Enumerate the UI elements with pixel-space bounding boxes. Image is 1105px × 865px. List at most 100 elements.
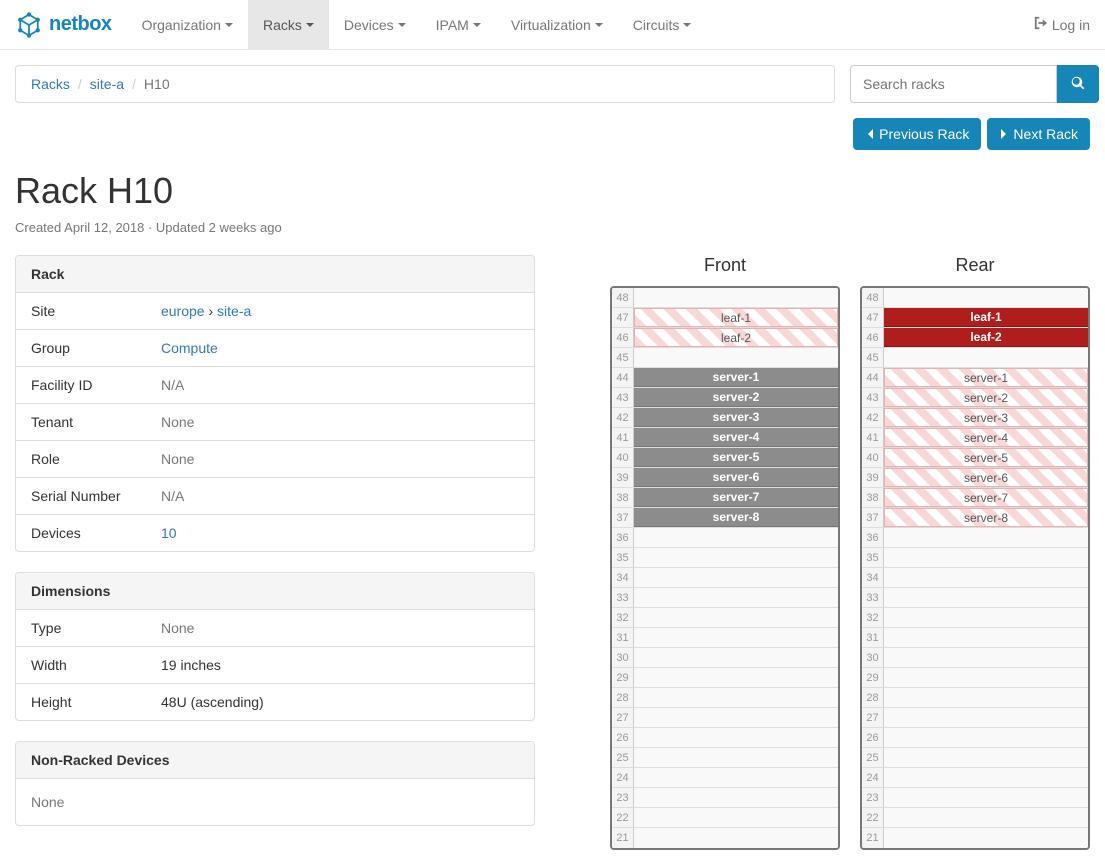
rack-unit-slot[interactable] bbox=[634, 548, 838, 567]
rack-nav-buttons: Previous Rack Next Rack bbox=[15, 118, 1090, 150]
rack-unit-slot[interactable] bbox=[884, 568, 1088, 587]
rack-unit-slot[interactable]: server-3 bbox=[884, 408, 1088, 427]
rack-unit-slot[interactable] bbox=[884, 608, 1088, 627]
rack-unit-slot[interactable] bbox=[634, 348, 838, 367]
rack-unit-slot[interactable] bbox=[884, 648, 1088, 667]
rack-unit-slot[interactable] bbox=[634, 668, 838, 687]
rack-unit-label: 45 bbox=[862, 348, 884, 367]
rack-unit-slot[interactable]: server-6 bbox=[634, 468, 838, 487]
rack-unit-slot[interactable] bbox=[634, 608, 838, 627]
rack-unit-slot[interactable] bbox=[884, 288, 1088, 307]
nav-item-ipam[interactable]: IPAM bbox=[421, 0, 496, 50]
rack-unit-slot[interactable] bbox=[884, 768, 1088, 787]
rack-unit-slot[interactable]: server-5 bbox=[884, 448, 1088, 467]
rack-unit-slot[interactable]: server-8 bbox=[634, 508, 838, 527]
rack-unit-slot[interactable] bbox=[884, 548, 1088, 567]
rack-unit-slot[interactable]: server-4 bbox=[884, 428, 1088, 447]
rack-unit-slot[interactable] bbox=[634, 288, 838, 307]
rack-unit-slot[interactable]: leaf-1 bbox=[884, 308, 1088, 327]
rack-unit-slot[interactable]: server-2 bbox=[884, 388, 1088, 407]
value-link[interactable]: site-a bbox=[217, 303, 251, 319]
rack-unit-slot[interactable] bbox=[634, 588, 838, 607]
rack-unit-slot[interactable] bbox=[884, 688, 1088, 707]
nav-item-racks[interactable]: Racks bbox=[248, 0, 329, 50]
rack-unit-slot[interactable]: server-8 bbox=[884, 508, 1088, 527]
rack-unit-label: 25 bbox=[862, 748, 884, 767]
rack-unit-slot[interactable] bbox=[634, 568, 838, 587]
rack-unit-slot[interactable] bbox=[634, 748, 838, 767]
next-rack-button[interactable]: Next Rack bbox=[987, 118, 1090, 150]
rack-unit-slot[interactable]: server-1 bbox=[884, 368, 1088, 387]
nav-label: Racks bbox=[263, 17, 302, 33]
rack-unit-slot[interactable] bbox=[884, 668, 1088, 687]
rack-unit-slot[interactable]: leaf-2 bbox=[884, 328, 1088, 347]
elevation-front-title: Front bbox=[610, 255, 840, 276]
rack-unit-slot[interactable]: server-3 bbox=[634, 408, 838, 427]
nav-item-circuits[interactable]: Circuits bbox=[618, 0, 707, 50]
device-label: server-2 bbox=[713, 390, 760, 404]
breadcrumb-row: Racks site-aH10 bbox=[15, 65, 1090, 103]
nav-link[interactable]: IPAM bbox=[421, 0, 496, 50]
rack-unit-slot[interactable]: leaf-2 bbox=[634, 328, 838, 347]
rack-unit-slot[interactable] bbox=[884, 528, 1088, 547]
rack-unit-slot[interactable]: server-4 bbox=[634, 428, 838, 447]
rack-unit-slot[interactable] bbox=[634, 828, 838, 848]
page-meta: Created April 12, 2018 · Updated 2 weeks… bbox=[15, 220, 1090, 235]
value-link[interactable]: Compute bbox=[161, 340, 218, 356]
rack-unit-slot[interactable]: server-5 bbox=[634, 448, 838, 467]
device-label: server-1 bbox=[964, 371, 1008, 385]
breadcrumb-link[interactable]: Racks bbox=[31, 76, 70, 92]
rack-unit-slot[interactable]: server-7 bbox=[634, 488, 838, 507]
rack-unit-slot[interactable] bbox=[884, 628, 1088, 647]
rack-unit-slot[interactable]: server-2 bbox=[634, 388, 838, 407]
rack-unit-slot[interactable] bbox=[634, 768, 838, 787]
rack-unit-slot[interactable] bbox=[884, 348, 1088, 367]
breadcrumb-item: H10 bbox=[124, 76, 170, 92]
rack-unit-slot[interactable] bbox=[884, 588, 1088, 607]
brand-text: netbox bbox=[49, 13, 112, 36]
previous-rack-button[interactable]: Previous Rack bbox=[853, 118, 981, 150]
search-button[interactable] bbox=[1057, 65, 1099, 103]
rack-unit-slot[interactable]: server-6 bbox=[884, 468, 1088, 487]
rack-unit-slot[interactable] bbox=[634, 628, 838, 647]
rack-unit-label: 24 bbox=[612, 768, 634, 787]
rack-unit-row: 37server-8 bbox=[612, 508, 838, 528]
rack-unit-slot[interactable] bbox=[634, 808, 838, 827]
nav-item-virtualization[interactable]: Virtualization bbox=[496, 0, 618, 50]
rack-unit-slot[interactable] bbox=[884, 808, 1088, 827]
rack-unit-slot[interactable]: leaf-1 bbox=[634, 308, 838, 327]
rack-unit-label: 27 bbox=[862, 708, 884, 727]
rack-unit-slot[interactable] bbox=[634, 788, 838, 807]
rack-unit-slot[interactable] bbox=[884, 728, 1088, 747]
row-label: Devices bbox=[16, 515, 146, 552]
nav-link[interactable]: Devices bbox=[329, 0, 421, 50]
nav-link[interactable]: Circuits bbox=[618, 0, 707, 50]
rack-unit-slot[interactable]: server-1 bbox=[634, 368, 838, 387]
rack-unit-slot[interactable] bbox=[884, 828, 1088, 848]
brand-link[interactable]: netbox bbox=[15, 11, 112, 39]
nav-item-devices[interactable]: Devices bbox=[329, 0, 421, 50]
nav-item-organization[interactable]: Organization bbox=[127, 0, 248, 50]
rack-unit-slot[interactable] bbox=[634, 528, 838, 547]
rack-unit-slot[interactable] bbox=[634, 688, 838, 707]
rack-unit-row: 45 bbox=[862, 348, 1088, 368]
nav-link[interactable]: Virtualization bbox=[496, 0, 618, 50]
rack-unit-slot[interactable] bbox=[884, 788, 1088, 807]
nav-link[interactable]: Racks bbox=[248, 0, 329, 50]
breadcrumb-link[interactable]: site-a bbox=[90, 76, 124, 92]
rack-unit-slot[interactable] bbox=[634, 728, 838, 747]
rack-unit-row: 21 bbox=[862, 828, 1088, 848]
rack-unit-slot[interactable]: server-7 bbox=[884, 488, 1088, 507]
rack-unit-slot[interactable] bbox=[884, 748, 1088, 767]
search-input[interactable] bbox=[850, 65, 1057, 103]
nav-link[interactable]: Organization bbox=[127, 0, 248, 50]
value-link[interactable]: europe bbox=[161, 303, 205, 319]
rack-unit-slot[interactable] bbox=[634, 708, 838, 727]
rack-unit-slot[interactable] bbox=[884, 708, 1088, 727]
value-link[interactable]: 10 bbox=[161, 525, 177, 541]
rack-unit-label: 38 bbox=[862, 488, 884, 507]
nav-label: IPAM bbox=[436, 17, 469, 33]
rack-unit-slot[interactable] bbox=[634, 648, 838, 667]
login-link[interactable]: Log in bbox=[1034, 16, 1090, 33]
chevron-left-icon bbox=[865, 128, 875, 140]
